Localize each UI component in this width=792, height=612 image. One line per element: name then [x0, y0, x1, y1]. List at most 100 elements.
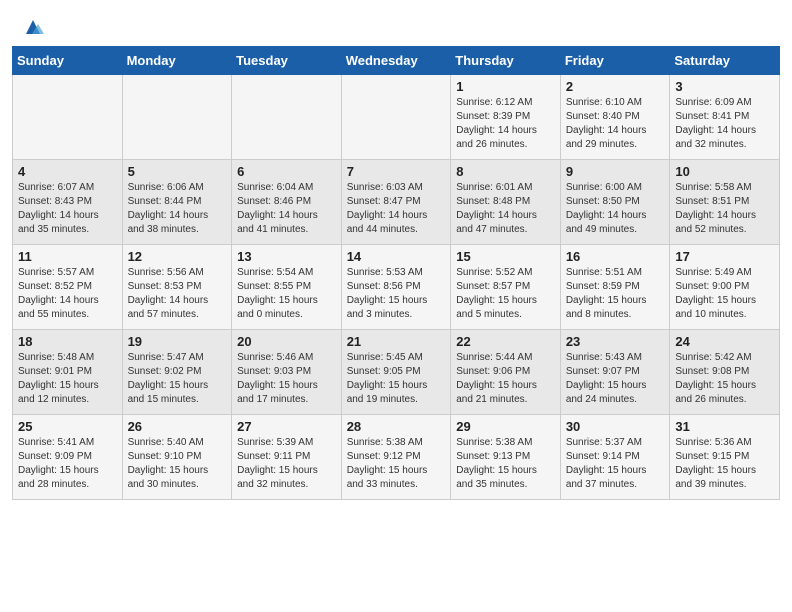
cell-content: Sunrise: 5:41 AM Sunset: 9:09 PM Dayligh… — [18, 436, 117, 492]
cell-content: Sunrise: 5:36 AM Sunset: 9:15 PM Dayligh… — [675, 436, 774, 492]
cell-content: Sunrise: 5:47 AM Sunset: 9:02 PM Dayligh… — [128, 351, 227, 407]
day-number: 22 — [456, 334, 555, 349]
cell-content: Sunrise: 5:53 AM Sunset: 8:56 PM Dayligh… — [347, 266, 446, 322]
calendar-cell: 21 Sunrise: 5:45 AM Sunset: 9:05 PM Dayli… — [341, 330, 451, 415]
calendar-cell: 25 Sunrise: 5:41 AM Sunset: 9:09 PM Dayli… — [13, 415, 123, 500]
calendar-cell: 31 Sunrise: 5:36 AM Sunset: 9:15 PM Dayli… — [670, 415, 780, 500]
day-number: 18 — [18, 334, 117, 349]
calendar-cell: 9Sunrise: 6:00 AM Sunset: 8:50 PM Daylig… — [560, 160, 670, 245]
cell-content: Sunrise: 5:45 AM Sunset: 9:05 PM Dayligh… — [347, 351, 446, 407]
cell-content: Sunrise: 5:56 AM Sunset: 8:53 PM Dayligh… — [128, 266, 227, 322]
day-header-wednesday: Wednesday — [341, 47, 451, 75]
calendar-cell: 22Sunrise: 5:44 AM Sunset: 9:06 PM Dayli… — [451, 330, 561, 415]
calendar-cell: 2 Sunrise: 6:10 AM Sunset: 8:40 PM Daylig… — [560, 75, 670, 160]
day-number: 7 — [347, 164, 446, 179]
cell-content: Sunrise: 5:48 AM Sunset: 9:01 PM Dayligh… — [18, 351, 117, 407]
day-number: 29 — [456, 419, 555, 434]
day-header-tuesday: Tuesday — [232, 47, 342, 75]
day-number: 21 — [347, 334, 446, 349]
logo — [20, 16, 44, 38]
calendar-cell — [232, 75, 342, 160]
cell-content: Sunrise: 6:01 AM Sunset: 8:48 PM Dayligh… — [456, 181, 555, 237]
day-number: 5 — [128, 164, 227, 179]
cell-content: Sunrise: 5:43 AM Sunset: 9:07 PM Dayligh… — [566, 351, 665, 407]
day-number: 14 — [347, 249, 446, 264]
calendar-cell: 20 Sunrise: 5:46 AM Sunset: 9:03 PM Dayli… — [232, 330, 342, 415]
calendar-cell: 1 Sunrise: 6:12 AM Sunset: 8:39 PM Daylig… — [451, 75, 561, 160]
week-row-2: 4 Sunrise: 6:07 AM Sunset: 8:43 PM Daylig… — [13, 160, 780, 245]
day-number: 27 — [237, 419, 336, 434]
cell-content: Sunrise: 5:38 AM Sunset: 9:13 PM Dayligh… — [456, 436, 555, 492]
cell-content: Sunrise: 5:52 AM Sunset: 8:57 PM Dayligh… — [456, 266, 555, 322]
calendar-cell: 30 Sunrise: 5:37 AM Sunset: 9:14 PM Dayli… — [560, 415, 670, 500]
day-header-saturday: Saturday — [670, 47, 780, 75]
day-number: 20 — [237, 334, 336, 349]
calendar-cell: 12 Sunrise: 5:56 AM Sunset: 8:53 PM Dayli… — [122, 245, 232, 330]
day-number: 1 — [456, 79, 555, 94]
cell-content: Sunrise: 5:42 AM Sunset: 9:08 PM Dayligh… — [675, 351, 774, 407]
day-number: 6 — [237, 164, 336, 179]
calendar-cell: 17 Sunrise: 5:49 AM Sunset: 9:00 PM Dayli… — [670, 245, 780, 330]
cell-content: Sunrise: 5:40 AM Sunset: 9:10 PM Dayligh… — [128, 436, 227, 492]
week-row-1: 1 Sunrise: 6:12 AM Sunset: 8:39 PM Daylig… — [13, 75, 780, 160]
week-row-5: 25 Sunrise: 5:41 AM Sunset: 9:09 PM Dayli… — [13, 415, 780, 500]
calendar-cell: 5 Sunrise: 6:06 AM Sunset: 8:44 PM Daylig… — [122, 160, 232, 245]
cell-content: Sunrise: 6:12 AM Sunset: 8:39 PM Dayligh… — [456, 96, 555, 152]
calendar-cell: 27 Sunrise: 5:39 AM Sunset: 9:11 PM Dayli… — [232, 415, 342, 500]
day-number: 25 — [18, 419, 117, 434]
calendar-wrapper: SundayMondayTuesdayWednesdayThursdayFrid… — [0, 46, 792, 512]
calendar-cell: 23 Sunrise: 5:43 AM Sunset: 9:07 PM Dayli… — [560, 330, 670, 415]
calendar-cell: 15 Sunrise: 5:52 AM Sunset: 8:57 PM Dayli… — [451, 245, 561, 330]
day-number: 30 — [566, 419, 665, 434]
cell-content: Sunrise: 6:06 AM Sunset: 8:44 PM Dayligh… — [128, 181, 227, 237]
calendar-cell: 19 Sunrise: 5:47 AM Sunset: 9:02 PM Dayli… — [122, 330, 232, 415]
day-number: 3 — [675, 79, 774, 94]
day-number: 26 — [128, 419, 227, 434]
calendar-cell: 7Sunrise: 6:03 AM Sunset: 8:47 PM Daylig… — [341, 160, 451, 245]
calendar-cell: 16Sunrise: 5:51 AM Sunset: 8:59 PM Dayli… — [560, 245, 670, 330]
calendar-cell: 24 Sunrise: 5:42 AM Sunset: 9:08 PM Dayli… — [670, 330, 780, 415]
cell-content: Sunrise: 5:58 AM Sunset: 8:51 PM Dayligh… — [675, 181, 774, 237]
cell-content: Sunrise: 6:07 AM Sunset: 8:43 PM Dayligh… — [18, 181, 117, 237]
cell-content: Sunrise: 5:46 AM Sunset: 9:03 PM Dayligh… — [237, 351, 336, 407]
calendar-cell: 18 Sunrise: 5:48 AM Sunset: 9:01 PM Dayli… — [13, 330, 123, 415]
cell-content: Sunrise: 6:04 AM Sunset: 8:46 PM Dayligh… — [237, 181, 336, 237]
cell-content: Sunrise: 6:09 AM Sunset: 8:41 PM Dayligh… — [675, 96, 774, 152]
calendar-cell: 14 Sunrise: 5:53 AM Sunset: 8:56 PM Dayli… — [341, 245, 451, 330]
calendar-cell: 8 Sunrise: 6:01 AM Sunset: 8:48 PM Daylig… — [451, 160, 561, 245]
day-header-sunday: Sunday — [13, 47, 123, 75]
cell-content: Sunrise: 5:39 AM Sunset: 9:11 PM Dayligh… — [237, 436, 336, 492]
day-number: 13 — [237, 249, 336, 264]
cell-content: Sunrise: 6:10 AM Sunset: 8:40 PM Dayligh… — [566, 96, 665, 152]
day-header-monday: Monday — [122, 47, 232, 75]
day-number: 23 — [566, 334, 665, 349]
calendar-cell: 11 Sunrise: 5:57 AM Sunset: 8:52 PM Dayli… — [13, 245, 123, 330]
cell-content: Sunrise: 5:54 AM Sunset: 8:55 PM Dayligh… — [237, 266, 336, 322]
day-number: 28 — [347, 419, 446, 434]
cell-content: Sunrise: 5:38 AM Sunset: 9:12 PM Dayligh… — [347, 436, 446, 492]
day-number: 31 — [675, 419, 774, 434]
week-row-3: 11 Sunrise: 5:57 AM Sunset: 8:52 PM Dayli… — [13, 245, 780, 330]
calendar-cell: 28 Sunrise: 5:38 AM Sunset: 9:12 PM Dayli… — [341, 415, 451, 500]
cell-content: Sunrise: 5:49 AM Sunset: 9:00 PM Dayligh… — [675, 266, 774, 322]
day-number: 19 — [128, 334, 227, 349]
day-number: 8 — [456, 164, 555, 179]
day-number: 11 — [18, 249, 117, 264]
day-number: 12 — [128, 249, 227, 264]
calendar-cell: 4 Sunrise: 6:07 AM Sunset: 8:43 PM Daylig… — [13, 160, 123, 245]
day-number: 15 — [456, 249, 555, 264]
day-number: 4 — [18, 164, 117, 179]
calendar-cell: 3 Sunrise: 6:09 AM Sunset: 8:41 PM Daylig… — [670, 75, 780, 160]
calendar-cell: 26 Sunrise: 5:40 AM Sunset: 9:10 PM Dayli… — [122, 415, 232, 500]
calendar-cell — [341, 75, 451, 160]
day-number: 2 — [566, 79, 665, 94]
day-number: 24 — [675, 334, 774, 349]
cell-content: Sunrise: 6:00 AM Sunset: 8:50 PM Dayligh… — [566, 181, 665, 237]
page-header — [0, 0, 792, 46]
calendar-header-row: SundayMondayTuesdayWednesdayThursdayFrid… — [13, 47, 780, 75]
calendar-cell — [13, 75, 123, 160]
cell-content: Sunrise: 5:57 AM Sunset: 8:52 PM Dayligh… — [18, 266, 117, 322]
calendar-cell: 29 Sunrise: 5:38 AM Sunset: 9:13 PM Dayli… — [451, 415, 561, 500]
day-number: 17 — [675, 249, 774, 264]
cell-content: Sunrise: 5:37 AM Sunset: 9:14 PM Dayligh… — [566, 436, 665, 492]
